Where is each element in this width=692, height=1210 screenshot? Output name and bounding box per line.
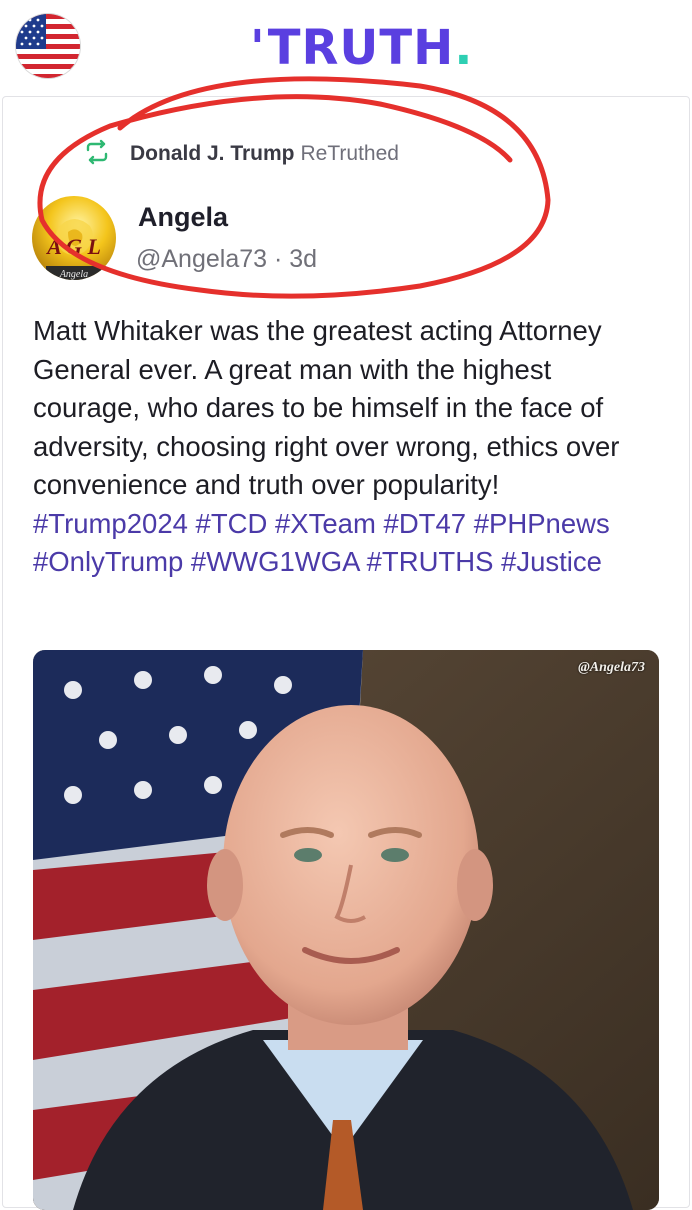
logo-tick: ' bbox=[250, 20, 266, 76]
hashtag[interactable]: #TRUTHS bbox=[367, 546, 494, 577]
author-avatar[interactable]: A G L Angela bbox=[32, 196, 116, 280]
retruth-icon bbox=[84, 139, 110, 170]
hashtag[interactable]: #WWG1WGA bbox=[191, 546, 359, 577]
post-time[interactable]: 3d bbox=[289, 245, 317, 273]
hashtag[interactable]: #Trump2024 bbox=[33, 508, 188, 539]
avatar-monogram: A G L bbox=[45, 234, 101, 259]
meta-separator: · bbox=[273, 245, 283, 273]
avatar-caption: Angela bbox=[59, 269, 88, 280]
truth-logo[interactable]: ' TRUTH. bbox=[250, 16, 474, 72]
author-meta: @Angela73 · 3d bbox=[136, 245, 317, 274]
retruthed-by-name[interactable]: Donald J. Trump bbox=[130, 142, 295, 166]
logo-dot: . bbox=[454, 20, 474, 76]
retruth-action-label: ReTruthed bbox=[300, 142, 399, 165]
hashtag[interactable]: #XTeam bbox=[275, 508, 376, 539]
hashtag[interactable]: #DT47 bbox=[384, 508, 467, 539]
retruth-line: Donald J. Trump ReTruthed bbox=[84, 139, 399, 170]
hashtag[interactable]: #OnlyTrump bbox=[33, 546, 183, 577]
image-watermark: @Angela73 bbox=[578, 660, 645, 675]
author-display-name[interactable]: Angela bbox=[138, 202, 228, 233]
post-image[interactable]: @Angela73 bbox=[33, 650, 659, 1210]
hashtag[interactable]: #Justice bbox=[501, 546, 602, 577]
logo-text: TRUTH bbox=[267, 20, 455, 76]
top-bar: ' TRUTH. bbox=[0, 0, 692, 92]
hashtag[interactable]: #PHPnews bbox=[474, 508, 610, 539]
post-text: Matt Whitaker was the greatest acting At… bbox=[33, 315, 620, 500]
us-flag-icon[interactable] bbox=[16, 14, 80, 78]
author-handle[interactable]: @Angela73 bbox=[136, 245, 267, 273]
hashtag[interactable]: #TCD bbox=[196, 508, 268, 539]
post-body: Matt Whitaker was the greatest acting At… bbox=[33, 312, 653, 582]
